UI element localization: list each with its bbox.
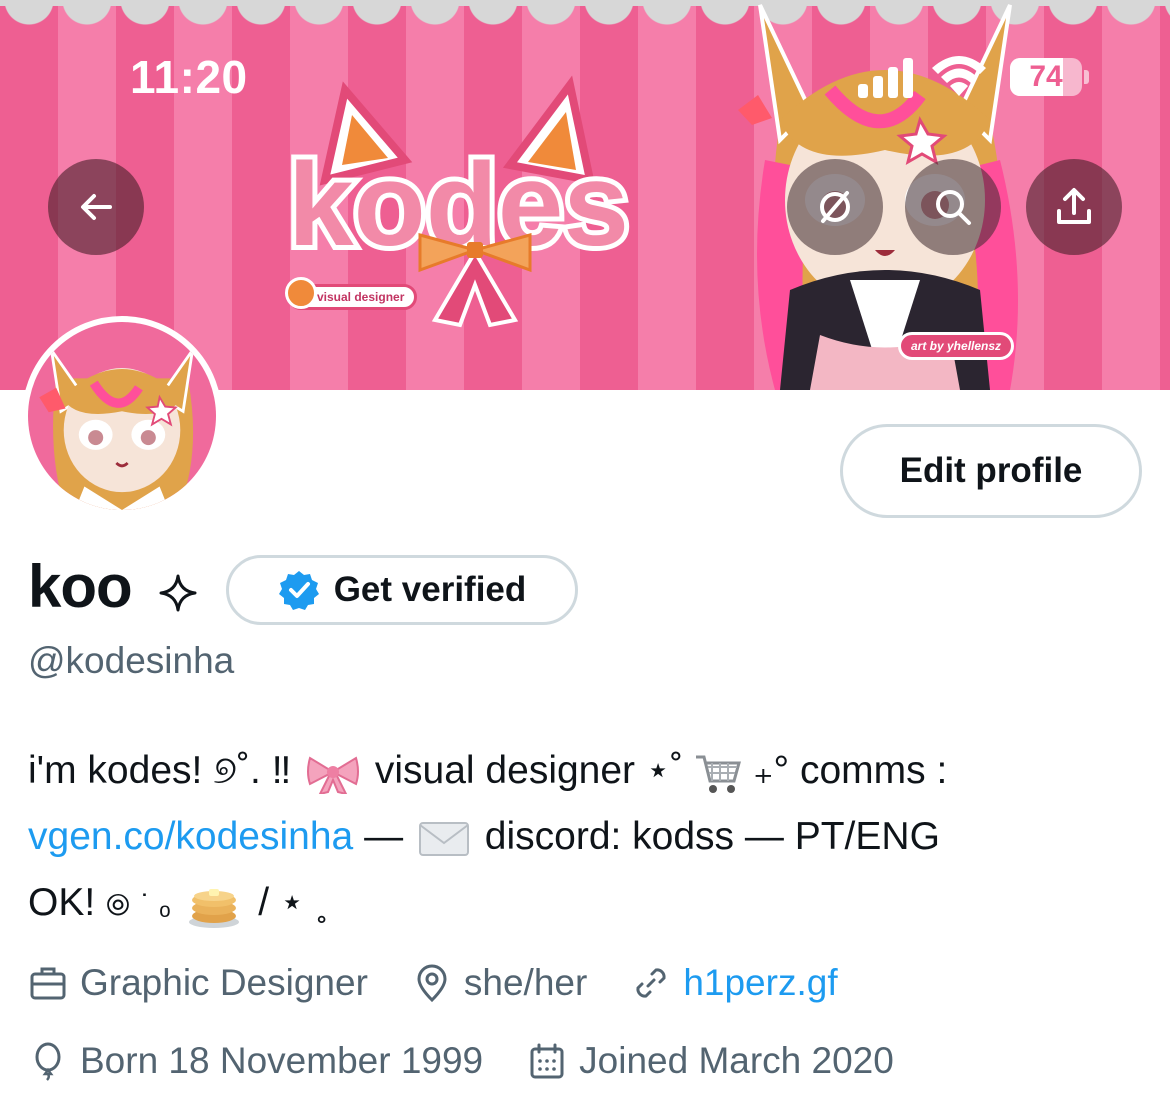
edit-profile-button[interactable]: Edit profile — [840, 424, 1142, 518]
shopping-cart-emoji-icon — [696, 755, 742, 793]
cellular-signal-icon — [858, 58, 913, 98]
battery-indicator: 74 — [1010, 58, 1089, 98]
profile-avatar[interactable] — [22, 316, 222, 516]
bio-text: OK! — [28, 881, 107, 924]
joined-text: Joined March 2020 — [579, 1040, 894, 1081]
spiral-glyph: ⦾ — [106, 889, 131, 922]
calendar-icon — [530, 1043, 564, 1079]
share-button[interactable] — [1026, 159, 1122, 255]
battery-percent: 74 — [1029, 60, 1063, 93]
website-item[interactable]: h1perz.gf — [631, 962, 838, 1004]
bio-line-2: vgen.co/kodesinha — discord: kodss — PT/… — [28, 804, 1148, 870]
back-button[interactable] — [48, 159, 144, 255]
birthday-item: Born 18 November 1999 — [28, 1040, 483, 1082]
profile-meta-row-1: Graphic Designer she/her h1perz.gf — [28, 962, 882, 1004]
eye-slash-icon — [820, 191, 850, 223]
search-button[interactable] — [905, 159, 1001, 255]
display-name: koo — [28, 553, 133, 620]
pancakes-emoji-icon — [189, 888, 240, 928]
get-verified-button[interactable]: Get verified — [226, 555, 578, 625]
visual-designer-text: visual designer — [317, 290, 405, 304]
envelope-emoji-icon — [418, 821, 469, 856]
bio-line-1: i'm kodes! ୭˚. ‼ visual designer ⋆˚ ₊° c… — [28, 738, 1148, 804]
bio-text: ˙ ₒ — [140, 889, 171, 922]
verified-badge-icon — [278, 571, 319, 610]
bio-text: ₊° comms : — [752, 749, 948, 792]
bio-vgen-link[interactable]: vgen.co/kodesinha — [28, 815, 353, 858]
location-text: she/her — [463, 962, 588, 1003]
profile-bio: i'm kodes! ୭˚. ‼ visual designer ⋆˚ ₊° c… — [28, 738, 1148, 936]
bio-text: — — [364, 815, 414, 858]
status-time: 11:20 — [130, 51, 248, 103]
balloon-icon — [35, 1042, 61, 1081]
website-link[interactable]: h1perz.gf — [683, 962, 837, 1004]
art-credit-tag: art by yhellensz — [898, 332, 1015, 360]
profession-text: Graphic Designer — [80, 962, 368, 1003]
wifi-icon — [932, 56, 986, 96]
birthday-text: Born 18 November 1999 — [80, 1040, 484, 1081]
profile-meta-row-2: Born 18 November 1999 Joined March 2020 — [28, 1040, 938, 1082]
bio-text: visual designer ⋆˚ — [374, 749, 684, 792]
visual-designer-tag: visual designer — [285, 277, 418, 310]
ribbon-emoji-icon — [307, 756, 360, 794]
search-icon — [936, 190, 971, 225]
bio-text: i'm kodes! ୭˚. ‼ — [28, 749, 292, 792]
location-item: she/her — [412, 962, 587, 1004]
profession-item: Graphic Designer — [28, 962, 368, 1004]
location-pin-icon — [417, 964, 447, 1003]
bio-text: / ⋆ ˳ — [258, 881, 329, 924]
user-handle: @kodesinha — [28, 640, 235, 681]
get-verified-label: Get verified — [333, 570, 527, 609]
share-icon — [1057, 188, 1091, 224]
joined-item: Joined March 2020 — [527, 1040, 894, 1082]
arrow-left-icon — [81, 194, 112, 220]
hide-button[interactable] — [787, 159, 883, 255]
bio-text: discord: kodss — PT/ENG — [484, 815, 940, 858]
link-icon — [636, 968, 666, 998]
sparkle-icon — [159, 574, 197, 612]
bio-line-3: OK! ⦾ ˙ ₒ / ⋆ ˳ — [28, 870, 1148, 936]
briefcase-icon — [30, 967, 66, 1000]
paw-icon — [285, 277, 317, 309]
avatar-image — [28, 322, 216, 510]
